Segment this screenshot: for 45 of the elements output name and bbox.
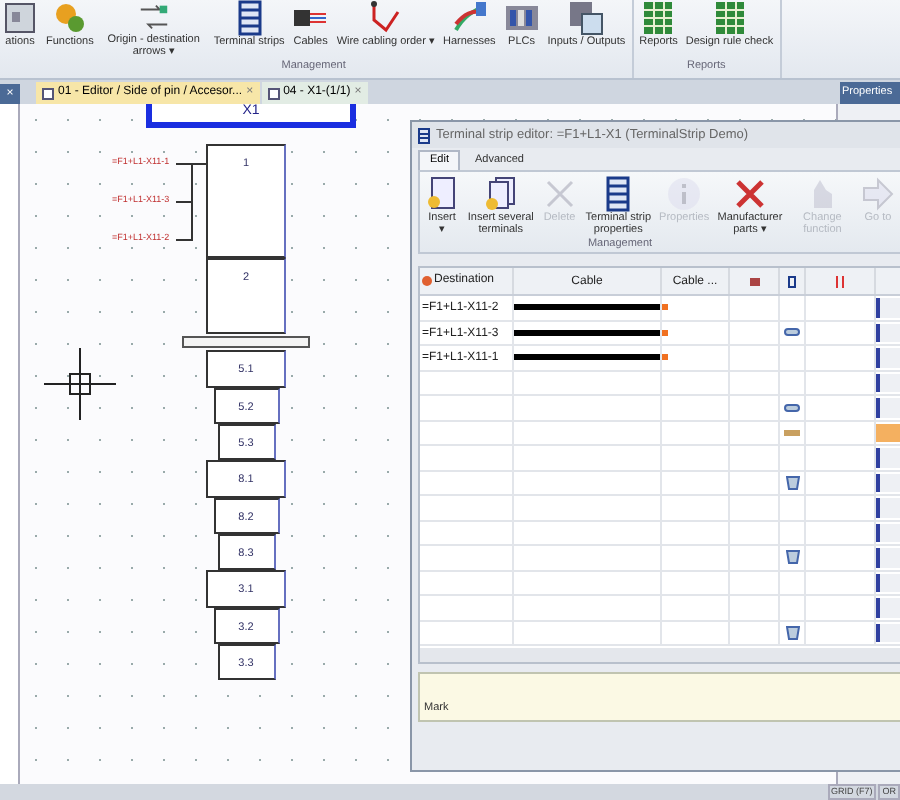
table-row[interactable]: [420, 521, 900, 546]
harness-icon: [451, 0, 488, 36]
table-row[interactable]: [420, 596, 900, 621]
crosshair-cursor: [44, 348, 116, 420]
table-row[interactable]: [420, 571, 900, 596]
page-icon: [267, 87, 280, 99]
table-row[interactable]: [420, 621, 900, 646]
table-row[interactable]: [420, 496, 900, 521]
terminal-bar: [182, 336, 310, 348]
page-icon: [42, 87, 54, 99]
link-icon: [784, 403, 800, 412]
cup-icon: [785, 475, 799, 490]
cable-end: [662, 354, 668, 361]
link-icon: [784, 328, 800, 337]
table-row[interactable]: [420, 371, 900, 396]
table-icon: [640, 0, 677, 36]
pages-icon: [482, 176, 519, 212]
arrows-icon: [135, 0, 172, 34]
rack-icon: [503, 0, 540, 36]
cabinet-icon: [2, 0, 38, 36]
table-icon: [711, 0, 748, 36]
terminal-strip-icon: [418, 127, 430, 143]
connector-icon: [749, 277, 759, 285]
dash-icon: [784, 429, 800, 436]
table-row[interactable]: [420, 421, 900, 446]
gears-icon: [51, 0, 88, 36]
cross-icon: [541, 176, 578, 212]
cable-end: [662, 304, 668, 311]
wire-icon: [367, 0, 404, 36]
tools-icon: [731, 176, 768, 212]
table-row[interactable]: [420, 546, 900, 571]
table-row[interactable]: [420, 446, 900, 471]
scrollbar[interactable]: [420, 648, 900, 662]
info-icon: [666, 176, 703, 212]
arrow-icon: [860, 176, 897, 212]
page-icon: [424, 176, 460, 212]
module-icon: [568, 0, 605, 36]
wire-lines: [176, 162, 206, 242]
cup-icon: [785, 550, 799, 565]
terminal-strip-icon: [788, 275, 796, 287]
cable-end: [662, 329, 668, 336]
cup-icon: [785, 625, 799, 640]
table-row[interactable]: [420, 471, 900, 496]
table-row[interactable]: [420, 396, 900, 421]
sort-icon: [836, 275, 844, 287]
